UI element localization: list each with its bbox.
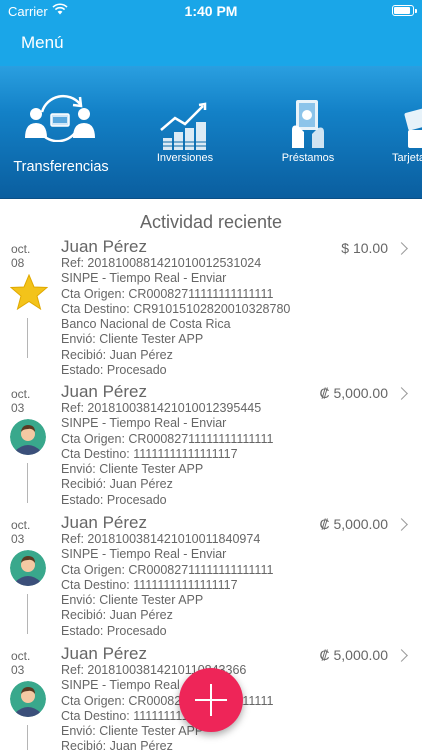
tab-prestamos[interactable]: Préstamos xyxy=(270,66,346,198)
amount: ₡ 5,000.00 xyxy=(319,647,389,663)
list-item[interactable]: oct. 03 Juan Pérez ₡ 5,000.00 Ref: 20181… xyxy=(0,512,422,640)
receiver-line: Recibió: Juan Pérez xyxy=(61,347,173,362)
recipient-name: Juan Pérez xyxy=(61,513,147,532)
transaction-details: Ref: 2018100381421010011840974 SINPE - T… xyxy=(61,532,273,639)
amount: $ 10.00 xyxy=(341,240,388,256)
date-month: oct. xyxy=(11,649,31,663)
type-line: SINPE - Tiempo Real - Enviar xyxy=(61,547,227,562)
recipient-name: Juan Pérez xyxy=(61,382,147,401)
section-title: Actividad reciente xyxy=(139,212,283,232)
status-time: 1:40 PM xyxy=(184,3,238,19)
star-icon xyxy=(10,274,48,310)
timeline-line xyxy=(27,318,28,358)
receiver-line: Recibió: Juan Pérez xyxy=(61,608,173,623)
amount: ₡ 5,000.00 xyxy=(319,516,389,532)
chevron-right-icon xyxy=(395,387,408,400)
date-label: oct. 08 xyxy=(11,242,30,270)
ref-line: Ref: 20181003814210110843366 xyxy=(61,663,247,677)
transfer-icon xyxy=(25,94,95,142)
tab-label: Inversiones xyxy=(156,152,214,164)
list-item[interactable]: oct. 03 Juan Pérez ₡ 5,000.00 Ref: 20181… xyxy=(0,381,422,509)
date-day: 03 xyxy=(11,532,25,546)
date-month: oct. xyxy=(11,518,31,532)
receiver-line: Recibió: Juan Pérez xyxy=(61,739,173,750)
status-line: Estado: Procesado xyxy=(61,363,167,378)
avatar-icon xyxy=(10,419,46,455)
ref-line: Ref: 2018100881421010012531024 xyxy=(61,256,262,270)
destination-account-line: Cta Destino: 11111111111111117 xyxy=(61,708,238,723)
card-icon xyxy=(404,107,422,148)
transaction-details: Ref: 2018100381421010012395445 SINPE - T… xyxy=(61,401,273,508)
tab-label: Préstamos xyxy=(281,152,335,164)
timeline-line xyxy=(27,594,28,634)
ref-line: Ref: 2018100381421010011840974 xyxy=(61,532,261,546)
category-tabs: Transferencias Inversiones Préstamos Tar… xyxy=(0,66,422,199)
date-day: 03 xyxy=(11,401,25,415)
tab-tarjeta[interactable]: Tarjeta xyxy=(384,66,422,198)
date-label: oct. 03 xyxy=(11,387,30,415)
type-line: SINPE - Tiempo Real - Enviar xyxy=(61,416,227,431)
transaction-details: Ref: 2018100881421010012531024 SINPE - T… xyxy=(61,256,290,378)
recipient-name: Juan Pérez xyxy=(61,237,147,256)
origin-account-line: Cta Origen: CR00082711111111111111 xyxy=(61,562,274,577)
list-item[interactable]: oct. 08 Juan Pérez $ 10.00 Ref: 20181008… xyxy=(0,236,422,378)
origin-account-line: Cta Origen: CR00082711111111111111 xyxy=(61,286,274,301)
investments-chart-icon xyxy=(160,102,207,150)
date-month: oct. xyxy=(11,242,31,256)
chevron-right-icon xyxy=(395,518,408,531)
status-line: Estado: Procesado xyxy=(61,492,167,507)
ref-line: Ref: 2018100381421010012395445 xyxy=(61,401,262,415)
bank-line: Banco Nacional de Costa Rica xyxy=(61,317,231,332)
destination-account-line: Cta Destino: 11111111111111117 xyxy=(61,577,238,592)
origin-account-line: Cta Origen: CR00082711111111111111 xyxy=(61,431,274,446)
battery-icon xyxy=(392,5,417,16)
timeline-line xyxy=(27,463,28,503)
timeline-line xyxy=(27,725,28,750)
avatar-icon xyxy=(10,550,46,586)
type-line: SINPE - Tiempo Real - Enviar xyxy=(61,271,227,286)
status-bar: Carrier 1:40 PM xyxy=(0,0,422,22)
date-label: oct. 03 xyxy=(11,518,30,546)
loan-hand-money-icon xyxy=(292,100,324,148)
sender-line: Envió: Cliente Tester APP xyxy=(61,462,204,477)
destination-account-line: Cta Destino: CR91015102820010328780 xyxy=(61,301,291,316)
tab-label: Tarjeta xyxy=(392,152,422,164)
sender-line: Envió: Cliente Tester APP xyxy=(61,332,204,347)
amount: ₡ 5,000.00 xyxy=(319,385,389,401)
add-transaction-button[interactable] xyxy=(179,668,243,732)
date-day: 08 xyxy=(11,256,25,270)
tab-transferencias[interactable]: Transferencias xyxy=(0,66,122,198)
destination-account-line: Cta Destino: 11111111111111117 xyxy=(61,446,238,461)
chevron-right-icon xyxy=(395,242,408,255)
avatar-icon xyxy=(10,681,46,717)
recipient-name: Juan Pérez xyxy=(61,644,147,663)
top-bar: Carrier 1:40 PM Menú xyxy=(0,0,422,66)
date-day: 03 xyxy=(11,663,25,677)
sender-line: Envió: Cliente Tester APP xyxy=(61,724,204,739)
receiver-line: Recibió: Juan Pérez xyxy=(61,477,173,492)
date-month: oct. xyxy=(11,387,31,401)
sender-line: Envió: Cliente Tester APP xyxy=(61,593,204,608)
chevron-right-icon xyxy=(395,649,408,662)
tab-label: Transferencias xyxy=(13,159,109,175)
tab-inversiones[interactable]: Inversiones xyxy=(145,66,225,198)
menu-button[interactable]: Menú xyxy=(21,33,64,53)
status-line: Estado: Procesado xyxy=(61,623,167,638)
date-label: oct. 03 xyxy=(11,649,30,677)
